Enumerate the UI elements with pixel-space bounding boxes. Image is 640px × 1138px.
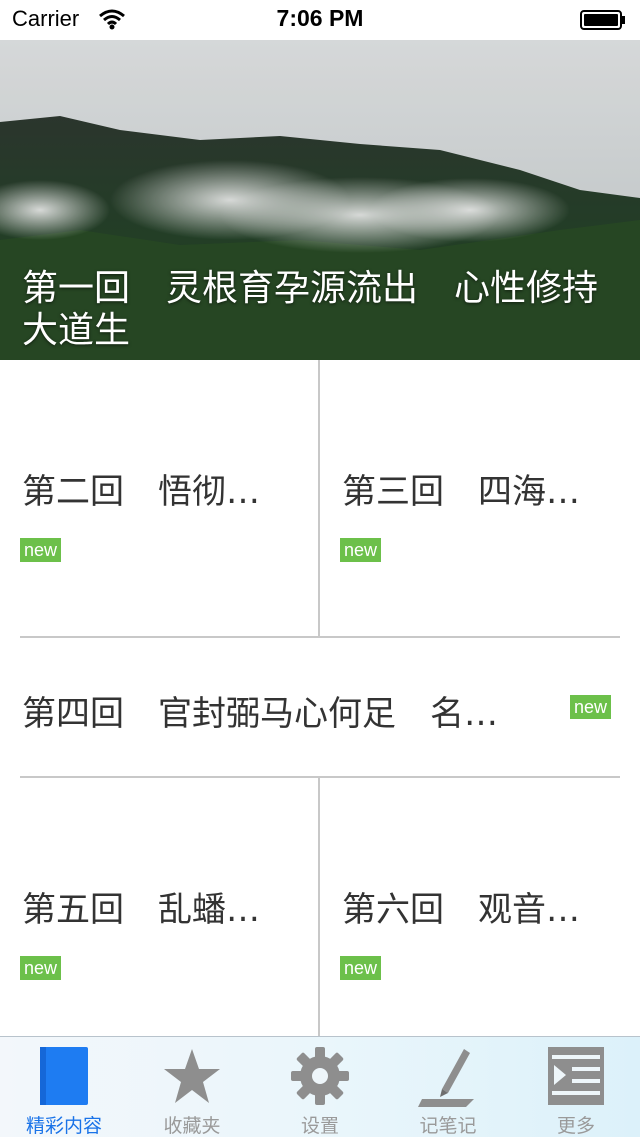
tab-label: 更多 <box>556 1115 595 1137</box>
tab-label: 收藏夹 <box>163 1115 221 1137</box>
book-icon <box>40 1047 88 1105</box>
star-icon <box>164 1049 220 1103</box>
tab-featured[interactable]: 精彩内容 <box>0 1037 128 1137</box>
tab-notes[interactable]: 记笔记 <box>384 1037 512 1137</box>
tab-label: 设置 <box>300 1115 339 1137</box>
chapter-title: 第五回 乱蟠… <box>22 890 260 930</box>
tab-settings[interactable]: 设置 <box>256 1037 384 1137</box>
hero-banner[interactable]: 第一回 灵根育孕源流出 心性修持大道生 <box>0 40 640 360</box>
new-badge: new <box>340 956 382 980</box>
tab-label: 精彩内容 <box>25 1115 102 1137</box>
chapter-card-5[interactable]: 第五回 乱蟠… new <box>0 778 318 1036</box>
list-icon <box>548 1047 604 1105</box>
tab-favorites[interactable]: 收藏夹 <box>128 1037 256 1137</box>
pen-icon <box>418 1049 474 1107</box>
chapter-card-4[interactable]: 第四回 官封弼马心何足 名… new <box>0 638 640 776</box>
chapter-card-3[interactable]: 第三回 四海… new <box>320 360 640 636</box>
status-bar: Carrier 7:06 PM <box>0 0 640 40</box>
hero-chapter-title: 第一回 灵根育孕源流出 心性修持大道生 <box>22 268 599 351</box>
tab-label: 记笔记 <box>419 1115 477 1137</box>
new-badge: new <box>20 538 62 562</box>
new-badge: new <box>340 538 382 562</box>
chapter-title: 第二回 悟彻… <box>22 472 260 512</box>
chapter-title: 第三回 四海… <box>342 472 580 512</box>
tab-bar: 精彩内容 收藏夹 设置 记笔记 更多 <box>0 1036 640 1137</box>
chapter-title: 第四回 官封弼马心何足 名… <box>22 694 498 734</box>
tab-more[interactable]: 更多 <box>512 1037 640 1137</box>
clock: 7:06 PM <box>276 5 364 31</box>
chapter-card-6[interactable]: 第六回 观音… new <box>320 778 640 1036</box>
new-badge: new <box>570 695 612 719</box>
battery-icon <box>580 10 625 30</box>
new-badge: new <box>20 956 62 980</box>
chapter-grid: 第二回 悟彻… new 第三回 四海… new 第四回 官封弼马心何足 名… n… <box>0 360 640 1036</box>
gear-icon <box>291 1047 349 1105</box>
chapter-title: 第六回 观音… <box>342 890 580 930</box>
chapter-card-2[interactable]: 第二回 悟彻… new <box>0 360 318 636</box>
